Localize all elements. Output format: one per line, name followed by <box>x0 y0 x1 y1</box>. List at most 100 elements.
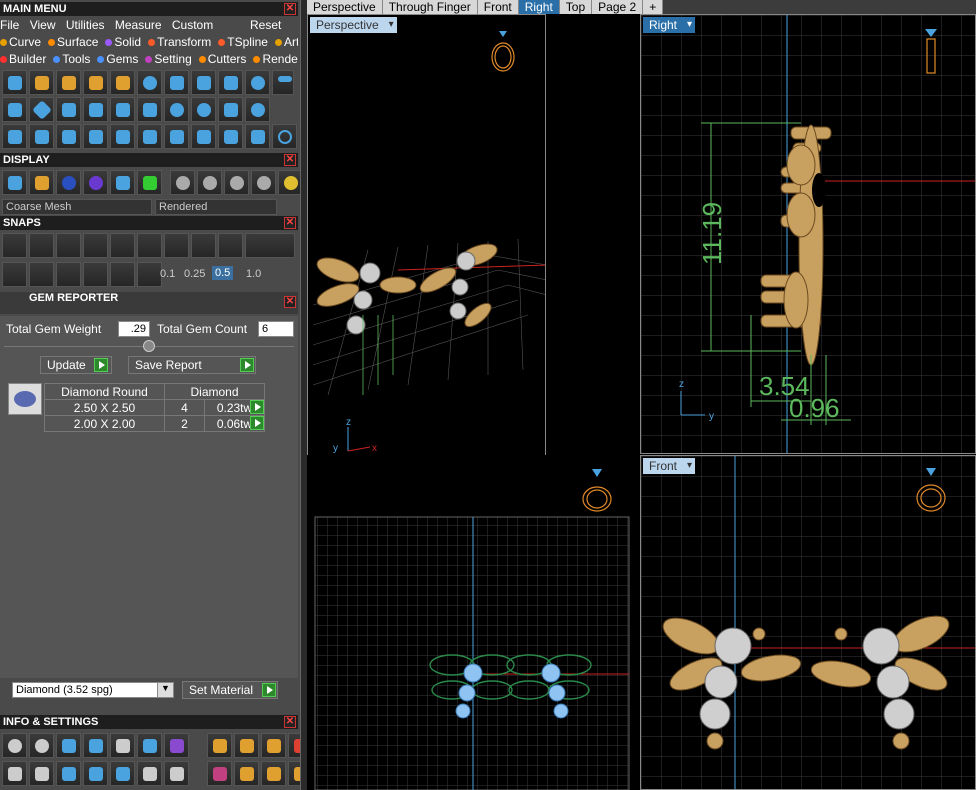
close-icon[interactable]: ✕ <box>284 3 296 15</box>
snap-end-icon[interactable] <box>2 233 27 258</box>
rotate-icon[interactable] <box>261 761 286 786</box>
snap-center-icon[interactable] <box>137 233 162 258</box>
table-row[interactable]: 2.00 X 2.00 2 0.06tw <box>44 415 265 432</box>
boolean-tool[interactable] <box>2 124 27 149</box>
view-toggle[interactable] <box>272 70 294 95</box>
snap-value-0[interactable]: 0.1 <box>160 268 175 280</box>
material-select[interactable]: Diamond (3.52 spg) <box>12 682 174 698</box>
viewport-right[interactable]: 11.19 3.54 0.96 z y Right <box>640 14 976 454</box>
ring-builder-tool[interactable] <box>2 70 27 95</box>
menu-art[interactable]: Art <box>274 35 298 49</box>
brush-icon[interactable] <box>207 733 232 758</box>
windows-icon[interactable] <box>2 761 27 786</box>
menu-utilities[interactable]: Utilities <box>66 18 105 32</box>
sphere-1-icon[interactable] <box>170 170 195 195</box>
menu-builder[interactable]: Builder <box>0 52 46 66</box>
close-icon[interactable]: ✕ <box>284 217 296 229</box>
bar-tool[interactable] <box>83 97 108 122</box>
star-tool[interactable] <box>191 70 216 95</box>
tab-top[interactable]: Top <box>559 0 593 14</box>
add-tab-button[interactable]: + <box>643 0 664 14</box>
menu-surface[interactable]: Surface <box>48 35 98 49</box>
row-arrow-icon[interactable] <box>250 400 264 414</box>
update-arrow-icon[interactable] <box>94 358 108 372</box>
select-icon[interactable] <box>137 761 162 786</box>
snap-curve-icon[interactable] <box>29 233 54 258</box>
filter-icon[interactable] <box>110 761 135 786</box>
mesh-select[interactable]: Coarse Mesh <box>2 199 152 215</box>
link-tool[interactable] <box>191 124 216 149</box>
menu-gems[interactable]: Gems <box>97 52 138 66</box>
close-icon[interactable]: ✕ <box>284 716 296 728</box>
cube-icon[interactable] <box>164 733 189 758</box>
close-icon[interactable]: ✕ <box>284 154 296 166</box>
reset-button[interactable]: Reset <box>250 17 281 33</box>
snap-point-icon[interactable] <box>83 233 108 258</box>
menu-tspline[interactable]: TSpline <box>218 35 268 49</box>
snap-value-2[interactable]: 0.5 <box>212 266 234 280</box>
plane-snap-icon[interactable] <box>110 262 135 287</box>
prong-tool[interactable] <box>137 97 162 122</box>
molecule-tool[interactable] <box>245 97 270 122</box>
sphere-3-icon[interactable] <box>224 170 249 195</box>
set-material-arrow-icon[interactable] <box>262 683 276 697</box>
front-view-label[interactable]: Front <box>643 458 696 474</box>
snap-angle-icon[interactable] <box>110 233 135 258</box>
render-select[interactable]: Rendered <box>155 199 277 215</box>
sphere-4-icon[interactable] <box>251 170 276 195</box>
fillet-tool[interactable] <box>56 124 81 149</box>
collapse-icon[interactable] <box>143 340 155 352</box>
split-tool[interactable] <box>83 124 108 149</box>
shank-tool[interactable] <box>29 70 54 95</box>
tab-page-2[interactable]: Page 2 <box>592 0 644 14</box>
menu-measure[interactable]: Measure <box>115 18 162 32</box>
bail-tool[interactable] <box>218 70 243 95</box>
menu-transform[interactable]: Transform <box>148 35 211 49</box>
mesh-snap-icon[interactable] <box>83 262 108 287</box>
deform-tool[interactable] <box>164 124 189 149</box>
move-icon[interactable] <box>234 761 259 786</box>
pave-tool[interactable] <box>137 70 162 95</box>
search-icon[interactable] <box>29 733 54 758</box>
gem-setter-tool[interactable] <box>164 97 189 122</box>
table-row[interactable]: 2.50 X 2.50 4 0.23tw <box>44 399 265 416</box>
row-arrow-icon[interactable] <box>250 416 264 430</box>
gem-tool[interactable] <box>164 70 189 95</box>
right-view-label[interactable]: Right <box>643 17 696 33</box>
menu-cutters[interactable]: Cutters <box>198 52 246 66</box>
report-tool[interactable] <box>218 97 243 122</box>
menu-file[interactable]: File <box>0 18 19 32</box>
viewport-front[interactable]: Front <box>640 455 976 790</box>
menu-custom[interactable]: Custom <box>172 18 213 32</box>
menu-tools[interactable]: Tools <box>53 52 90 66</box>
perspective-view-label[interactable]: Perspective <box>310 17 397 33</box>
total-count-field[interactable]: 6 <box>258 321 294 337</box>
env-icon[interactable] <box>110 170 135 195</box>
wireframe-icon[interactable] <box>2 170 27 195</box>
snap-circle-icon[interactable] <box>164 233 189 258</box>
halo-tool[interactable] <box>191 97 216 122</box>
layers-icon[interactable] <box>56 733 81 758</box>
grid-toggle-icon[interactable] <box>137 170 162 195</box>
save-arrow-icon[interactable] <box>240 358 254 372</box>
book-icon[interactable] <box>83 761 108 786</box>
gear-icon[interactable] <box>2 733 27 758</box>
cut-tool[interactable] <box>245 124 270 149</box>
setting-tool[interactable] <box>56 70 81 95</box>
snap-line-icon[interactable] <box>218 233 243 258</box>
tab-perspective[interactable]: Perspective <box>307 0 383 14</box>
cube-outline-icon[interactable] <box>56 761 81 786</box>
edit-icon[interactable] <box>137 733 162 758</box>
panel-splitter[interactable] <box>300 0 307 790</box>
menu-render[interactable]: Render <box>253 52 298 66</box>
glossy-sphere-icon[interactable] <box>83 170 108 195</box>
menu-setting[interactable]: Setting <box>145 52 192 66</box>
gear-tool[interactable] <box>245 70 270 95</box>
chevron-down-icon[interactable]: ▼ <box>157 683 173 697</box>
viewport-top[interactable] <box>307 455 639 790</box>
pencil-icon[interactable] <box>56 262 81 287</box>
menu-view[interactable]: View <box>30 18 56 32</box>
box-icon[interactable] <box>83 733 108 758</box>
tab-right[interactable]: Right <box>518 0 560 14</box>
save-report-button[interactable]: Save Report <box>128 356 256 374</box>
